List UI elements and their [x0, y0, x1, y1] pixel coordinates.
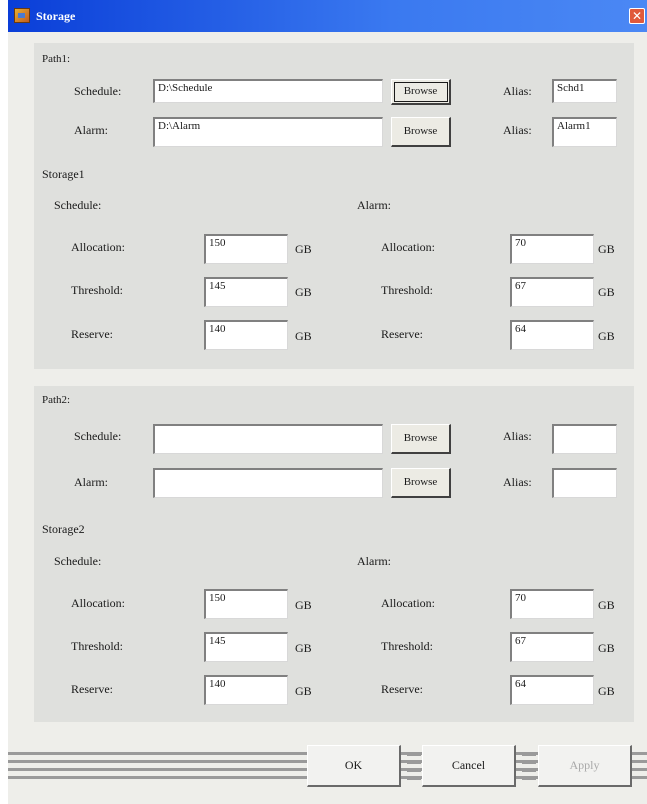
storage2-alarm-reserve-unit: GB [598, 684, 615, 698]
path2-schedule-browse-button[interactable]: Browse [391, 424, 451, 454]
storage2-alarm-reserve-label: Reserve: [381, 682, 423, 696]
storage2-schedule-reserve-field[interactable]: 140 [204, 675, 288, 705]
path1-schedule-label: Schedule: [74, 84, 122, 98]
storage1-alarm-reserve-label: Reserve: [381, 327, 423, 341]
path2-schedule-alias-field[interactable] [552, 424, 617, 454]
path1-alarm-browse-button[interactable]: Browse [391, 117, 451, 147]
storage2-schedule-threshold-field[interactable]: 145 [204, 632, 288, 662]
storage-dialog: Storage ✕ Path1: Schedule: D:\Schedule B… [8, 0, 647, 804]
storage1-schedule-allocation-label: Allocation: [71, 240, 125, 254]
storage1-alarm-threshold-field[interactable]: 67 [510, 277, 594, 307]
storage2-alarm-allocation-label: Allocation: [381, 596, 435, 610]
path1-alarm-path-field[interactable]: D:\Alarm [153, 117, 383, 147]
storage1-alarm-threshold-label: Threshold: [381, 283, 433, 297]
storage1-schedule-threshold-label: Threshold: [71, 283, 123, 297]
storage1-alarm-allocation-label: Allocation: [381, 240, 435, 254]
storage1-alarm-reserve-field[interactable]: 64 [510, 320, 594, 350]
storage2-schedule-threshold-unit: GB [295, 641, 312, 655]
path1-alarm-alias-field[interactable]: Alarm1 [552, 117, 617, 147]
path2-schedule-alias-label: Alias: [503, 429, 532, 443]
cancel-button[interactable]: Cancel [422, 745, 516, 787]
path2-alarm-alias-field[interactable] [552, 468, 617, 498]
path2-alarm-path-field[interactable] [153, 468, 383, 498]
path1-schedule-alias-field[interactable]: Schd1 [552, 79, 617, 103]
window-title: Storage [36, 9, 76, 23]
storage1-schedule-heading: Schedule: [54, 198, 102, 212]
storage1-alarm-heading: Alarm: [357, 198, 391, 212]
storage1-schedule-threshold-unit: GB [295, 285, 312, 299]
storage2-schedule-heading: Schedule: [54, 554, 102, 568]
path2-label: Path2: [42, 394, 71, 406]
storage2-alarm-threshold-field[interactable]: 67 [510, 632, 594, 662]
path2-alarm-browse-button[interactable]: Browse [391, 468, 451, 498]
path1-alarm-alias-label: Alias: [503, 123, 532, 137]
storage1-alarm-reserve-unit: GB [598, 329, 615, 343]
path1-schedule-alias-label: Alias: [503, 84, 532, 98]
storage2-schedule-allocation-unit: GB [295, 598, 312, 612]
storage2-alarm-allocation-field[interactable]: 70 [510, 589, 594, 619]
storage1-schedule-threshold-field[interactable]: 145 [204, 277, 288, 307]
storage2-schedule-reserve-unit: GB [295, 684, 312, 698]
storage1-alarm-allocation-field[interactable]: 70 [510, 234, 594, 264]
storage1-schedule-allocation-field[interactable]: 150 [204, 234, 288, 264]
storage2-schedule-reserve-label: Reserve: [71, 682, 113, 696]
storage1-alarm-allocation-unit: GB [598, 242, 615, 256]
storage2-alarm-allocation-unit: GB [598, 598, 615, 612]
storage1-schedule-reserve-label: Reserve: [71, 327, 113, 341]
storage1-schedule-allocation-unit: GB [295, 242, 312, 256]
path2-alarm-alias-label: Alias: [503, 475, 532, 489]
path2-panel: Path2: Schedule: Browse Alias: Alarm: Br… [34, 386, 634, 722]
path1-alarm-label: Alarm: [74, 123, 108, 137]
button-separator [522, 745, 536, 787]
storage2-alarm-threshold-unit: GB [598, 641, 615, 655]
storage-app-icon [14, 8, 30, 23]
path1-panel: Path1: Schedule: D:\Schedule Browse Alia… [34, 43, 634, 369]
storage1-alarm-threshold-unit: GB [598, 285, 615, 299]
storage2-label: Storage2 [42, 522, 85, 536]
close-icon[interactable]: ✕ [629, 8, 645, 24]
path1-schedule-browse-button[interactable]: Browse [391, 79, 451, 105]
path2-schedule-path-field[interactable] [153, 424, 383, 454]
button-separator [407, 745, 421, 787]
title-bar: Storage ✕ [8, 0, 647, 32]
storage1-schedule-reserve-field[interactable]: 140 [204, 320, 288, 350]
path2-alarm-label: Alarm: [74, 475, 108, 489]
ok-button[interactable]: OK [307, 745, 401, 787]
storage1-schedule-reserve-unit: GB [295, 329, 312, 343]
storage2-schedule-allocation-field[interactable]: 150 [204, 589, 288, 619]
storage2-alarm-threshold-label: Threshold: [381, 639, 433, 653]
path1-label: Path1: [42, 53, 71, 65]
path1-schedule-path-field[interactable]: D:\Schedule [153, 79, 383, 103]
storage1-label: Storage1 [42, 167, 85, 181]
storage2-schedule-allocation-label: Allocation: [71, 596, 125, 610]
storage2-schedule-threshold-label: Threshold: [71, 639, 123, 653]
path2-schedule-label: Schedule: [74, 429, 122, 443]
storage2-alarm-heading: Alarm: [357, 554, 391, 568]
apply-button[interactable]: Apply [538, 745, 632, 787]
storage2-alarm-reserve-field[interactable]: 64 [510, 675, 594, 705]
